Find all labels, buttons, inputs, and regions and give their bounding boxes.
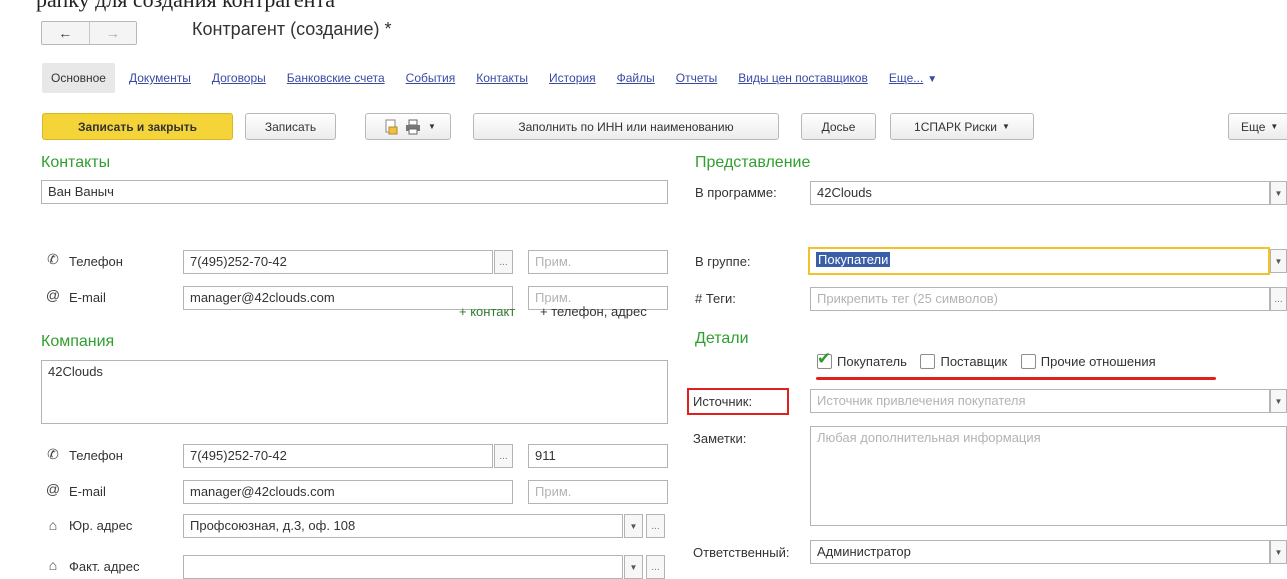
- other-relations-label: Прочие отношения: [1040, 354, 1156, 369]
- house-icon: ⌂: [48, 517, 58, 533]
- contact-phone-select-button[interactable]: ...: [494, 250, 513, 274]
- contacts-section-title: Контакты: [41, 154, 111, 171]
- add-phone-address-link[interactable]: + телефон, адрес: [540, 304, 647, 319]
- tab-reports[interactable]: Отчеты: [676, 71, 717, 85]
- dropdown-arrow-icon: ▼: [428, 122, 436, 131]
- supplier-checkbox-item[interactable]: Поставщик: [920, 354, 1007, 369]
- tab-contracts[interactable]: Договоры: [212, 71, 266, 85]
- source-label: Источник:: [693, 394, 753, 409]
- company-email-field[interactable]: manager@42clouds.com: [183, 480, 513, 504]
- legal-address-dropdown-button[interactable]: ▼: [624, 514, 643, 538]
- source-field[interactable]: Источник привлечения покупателя: [810, 389, 1270, 413]
- in-program-dropdown-button[interactable]: ▼: [1270, 181, 1287, 205]
- representation-section-title: Представление: [695, 154, 811, 171]
- legal-address-label: Юр. адрес: [69, 518, 133, 533]
- group-value: Покупатели: [816, 252, 891, 267]
- cropped-text-fragment: рапку для создания контрагента: [36, 0, 335, 13]
- other-relations-checkbox[interactable]: [1020, 354, 1036, 369]
- house-icon: ⌂: [48, 557, 58, 573]
- dropdown-arrow-icon: ▼: [927, 74, 938, 85]
- tab-documents[interactable]: Документы: [129, 71, 191, 85]
- actual-address-select-button[interactable]: ...: [646, 555, 665, 579]
- contact-phone-label: Телефон: [69, 254, 123, 269]
- arrow-right-icon: →: [105, 25, 120, 41]
- company-name-field[interactable]: 42Clouds: [41, 360, 668, 424]
- dropdown-arrow-icon: ▼: [1002, 122, 1010, 131]
- actual-address-dropdown-button[interactable]: ▼: [624, 555, 643, 579]
- actual-address-field[interactable]: [183, 555, 623, 579]
- buyer-checkbox-item[interactable]: Покупатель: [817, 349, 907, 369]
- tab-events[interactable]: События: [406, 71, 456, 85]
- group-label: В группе:: [695, 254, 751, 269]
- more-label: Еще: [1241, 119, 1266, 134]
- contact-phone-note-field[interactable]: Прим.: [528, 250, 668, 274]
- annotation-underline: [816, 377, 1216, 380]
- phone-icon: ✆: [47, 446, 59, 462]
- company-phone-ext-field[interactable]: 911: [528, 444, 668, 468]
- notes-field[interactable]: Любая дополнительная информация: [810, 426, 1287, 526]
- save-button[interactable]: Записать: [245, 113, 336, 140]
- phone-icon: ✆: [47, 251, 59, 267]
- details-section-title: Детали: [695, 330, 749, 347]
- company-phone-field[interactable]: 7(495)252-70-42: [183, 444, 493, 468]
- tab-bar: Основное Документы Договоры Банковские с…: [42, 62, 958, 94]
- in-program-label: В программе:: [695, 185, 777, 200]
- tab-more-label: Еще...: [888, 71, 924, 85]
- tab-supplier-price-types[interactable]: Виды цен поставщиков: [738, 71, 868, 85]
- group-field[interactable]: Покупатели: [808, 247, 1270, 275]
- legal-address-field[interactable]: Профсоюзная, д.3, оф. 108: [183, 514, 623, 538]
- dropdown-arrow-icon: ▼: [1270, 122, 1279, 131]
- responsible-field[interactable]: Администратор: [810, 540, 1270, 564]
- tab-contacts[interactable]: Контакты: [476, 71, 528, 85]
- document-attachment-icon: [380, 119, 402, 135]
- tags-select-button[interactable]: ...: [1270, 287, 1287, 311]
- supplier-label: Поставщик: [940, 354, 1008, 369]
- tab-files[interactable]: Файлы: [617, 71, 655, 85]
- dossier-button[interactable]: Досье: [801, 113, 876, 140]
- print-actions-button[interactable]: ▼: [365, 113, 451, 140]
- company-phone-label: Телефон: [69, 448, 123, 463]
- relationship-checkboxes: Покупатель Поставщик Прочие отношения: [817, 349, 1166, 372]
- forward-button[interactable]: →: [88, 22, 137, 44]
- legal-address-select-button[interactable]: ...: [646, 514, 665, 538]
- add-contact-link[interactable]: + контакт: [459, 304, 515, 319]
- tab-bank-accounts[interactable]: Банковские счета: [287, 71, 385, 85]
- at-sign-icon: @: [45, 481, 61, 497]
- tab-more[interactable]: Еще... ▼: [889, 71, 937, 85]
- other-relations-checkbox-item[interactable]: Прочие отношения: [1020, 354, 1156, 369]
- company-email-note-field[interactable]: Прим.: [528, 480, 668, 504]
- contact-phone-field[interactable]: 7(495)252-70-42: [183, 250, 493, 274]
- source-dropdown-button[interactable]: ▼: [1270, 389, 1287, 413]
- group-dropdown-button[interactable]: ▼: [1270, 249, 1287, 273]
- printer-icon: [402, 119, 424, 135]
- spark-risks-button[interactable]: 1СПАРК Риски ▼: [890, 113, 1034, 140]
- tags-field[interactable]: Прикрепить тег (25 символов): [810, 287, 1270, 311]
- fill-by-inn-button[interactable]: Заполнить по ИНН или наименованию: [473, 113, 779, 140]
- actual-address-label: Факт. адрес: [69, 559, 140, 574]
- notes-label: Заметки:: [693, 431, 747, 446]
- navigation-buttons: ← →: [41, 21, 137, 45]
- tags-label: # Теги:: [695, 291, 736, 306]
- buyer-label: Покупатель: [837, 354, 907, 369]
- more-button[interactable]: Еще ▼: [1228, 113, 1287, 140]
- responsible-label: Ответственный:: [693, 545, 790, 560]
- at-sign-icon: @: [45, 287, 61, 303]
- contact-name-field[interactable]: Ван Ваныч: [41, 180, 668, 204]
- buyer-checkbox[interactable]: [817, 349, 832, 369]
- in-program-field[interactable]: 42Clouds: [810, 181, 1270, 205]
- company-section-title: Компания: [41, 333, 115, 350]
- window-title: Контрагент (создание) *: [192, 19, 392, 39]
- supplier-checkbox[interactable]: [920, 354, 936, 369]
- tab-main[interactable]: Основное: [42, 63, 115, 93]
- spark-risks-label: 1СПАРК Риски: [914, 119, 998, 134]
- back-button[interactable]: ←: [42, 22, 89, 44]
- tab-history[interactable]: История: [549, 71, 596, 85]
- save-and-close-button[interactable]: Записать и закрыть: [42, 113, 233, 140]
- company-phone-select-button[interactable]: ...: [494, 444, 513, 468]
- responsible-dropdown-button[interactable]: ▼: [1270, 540, 1287, 564]
- company-email-label: E-mail: [69, 484, 106, 499]
- arrow-left-icon: ←: [58, 25, 73, 41]
- contact-email-label: E-mail: [69, 290, 106, 305]
